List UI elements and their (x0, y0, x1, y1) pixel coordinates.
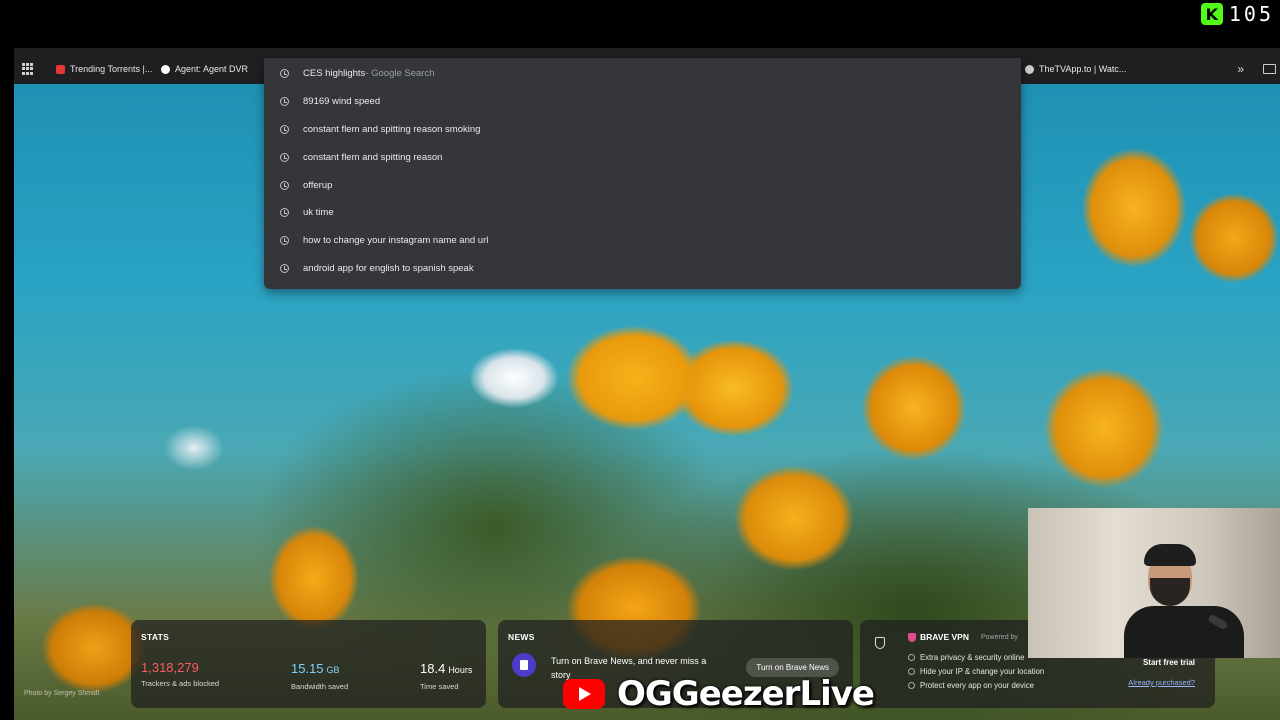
suggestion-subtext: - Google Search (365, 68, 435, 80)
apps-grid-icon[interactable] (22, 63, 34, 75)
suggestion-item[interactable]: 89169 wind speed (264, 88, 1021, 116)
bandwidth-label: Bandwidth saved (291, 682, 349, 691)
suggestion-text: 89169 wind speed (303, 96, 381, 108)
stats-title: STATS (141, 632, 170, 642)
suggestion-item[interactable]: android app for english to spanish speak (264, 255, 1021, 283)
shield-icon (875, 637, 885, 649)
suggestion-item[interactable]: constant flem and spitting reason smokin… (264, 116, 1021, 144)
history-icon (280, 69, 289, 79)
time-saved-stat: 18.4 Hours Time saved (420, 660, 472, 691)
history-icon (280, 236, 289, 246)
torrent-icon (56, 64, 65, 74)
omnibox-suggestions: CES highlights - Google Search 89169 win… (264, 58, 1021, 289)
stream-top-bar: K 105 (0, 0, 1280, 48)
bookmark-trending-torrents[interactable]: Trending Torrents |... (56, 64, 152, 74)
start-free-trial-button[interactable]: Start free trial (1143, 658, 1195, 667)
trackers-stat: 1,318,279 Trackers & ads blocked (141, 660, 219, 688)
suggestion-item[interactable]: uk time (264, 199, 1021, 227)
bookmark-thetvapp[interactable]: TheTVApp.to | Watc... (1025, 64, 1126, 74)
vpn-feature: Extra privacy & security online (908, 650, 1044, 664)
suggestion-text: uk time (303, 207, 334, 219)
history-icon (280, 124, 289, 134)
browser-toolbar (14, 48, 1280, 58)
webcam-overlay (1028, 508, 1280, 658)
bandwidth-unit: GB (326, 665, 340, 675)
trackers-value: 1,318,279 (141, 660, 199, 675)
bookmark-label: TheTVApp.to | Watc... (1039, 64, 1127, 74)
bandwidth-value: 15.15 (291, 661, 324, 676)
check-icon (908, 653, 915, 661)
bookmark-agent-dvr[interactable]: Agent: Agent DVR (161, 64, 248, 74)
suggestion-text: CES highlights (303, 68, 366, 80)
news-icon (512, 653, 536, 677)
vpn-features: Extra privacy & security online Hide you… (908, 650, 1044, 692)
time-saved-value: 18.4 (420, 661, 446, 676)
vpn-feature-text: Protect every app on your device (920, 680, 1034, 690)
check-icon (908, 681, 915, 689)
suggestion-text: android app for english to spanish speak (303, 262, 474, 274)
suggestion-item[interactable]: CES highlights - Google Search (264, 60, 1021, 88)
stats-widget: STATS 1,318,279 Trackers & ads blocked 1… (131, 620, 486, 708)
suggestion-item[interactable]: constant flem and spitting reason (264, 143, 1021, 171)
bookmark-label: Agent: Agent DVR (175, 64, 249, 74)
suggestion-item[interactable]: how to change your instagram name and ur… (264, 227, 1021, 255)
history-icon (280, 263, 289, 273)
streamer-figure (1124, 544, 1248, 658)
suggestion-text: constant flem and spitting reason smokin… (303, 123, 481, 135)
globe-icon (1025, 64, 1034, 74)
bookmark-label: Trending Torrents |... (70, 64, 153, 74)
history-icon (280, 180, 289, 190)
channel-name: OGGeezerLive (617, 674, 875, 714)
vpn-title-text: BRAVE VPN (920, 632, 969, 642)
time-saved-unit: Hours (448, 665, 473, 675)
time-saved-label: Time saved (420, 682, 459, 691)
vpn-feature-text: Extra privacy & security online (920, 652, 1025, 662)
vpn-feature: Hide your IP & change your location (908, 664, 1044, 678)
vpn-feature: Protect every app on your device (908, 678, 1044, 692)
suggestion-text: how to change your instagram name and ur… (303, 235, 489, 247)
vpn-title: BRAVE VPN Powered by (908, 632, 1018, 642)
already-purchased-link[interactable]: Already purchased? (1128, 678, 1195, 687)
viewer-count: K 105 (1200, 2, 1274, 26)
brave-vpn-icon (908, 632, 916, 642)
history-icon (280, 208, 289, 218)
news-title: NEWS (508, 632, 535, 642)
check-icon (908, 667, 915, 675)
vpn-powered-by: Powered by (980, 633, 1018, 641)
suggestion-text: constant flem and spitting reason (303, 151, 443, 163)
history-icon (280, 97, 289, 107)
photo-credit[interactable]: Photo by Sergey Shmidt (24, 690, 100, 697)
folder-icon[interactable] (1263, 64, 1276, 74)
bandwidth-stat: 15.15 GB Bandwidth saved (291, 660, 348, 691)
kick-icon: K (1200, 3, 1223, 25)
vpn-feature-text: Hide your IP & change your location (920, 666, 1045, 676)
agent-dvr-icon (161, 64, 170, 74)
chevron-right-icon[interactable]: » (1237, 62, 1244, 76)
youtube-icon (563, 679, 605, 709)
channel-banner: OGGeezerLive (563, 674, 875, 714)
suggestion-text: offerup (303, 179, 333, 191)
viewer-count-value: 105 (1228, 2, 1274, 26)
history-icon (280, 152, 289, 162)
trackers-label: Trackers & ads blocked (141, 679, 220, 688)
suggestion-item[interactable]: offerup (264, 171, 1021, 199)
